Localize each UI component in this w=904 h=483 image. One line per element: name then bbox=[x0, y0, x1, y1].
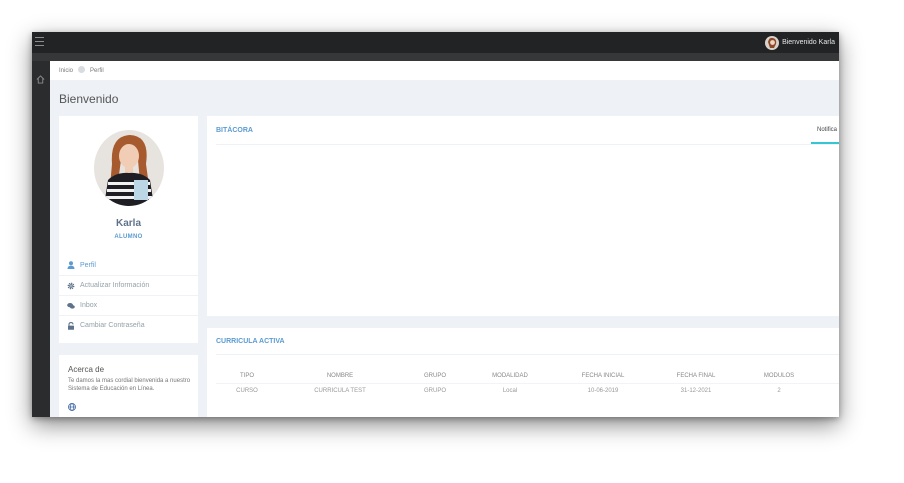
curricula-title: CURRICULA ACTIVA bbox=[216, 338, 285, 345]
lock-icon bbox=[68, 321, 74, 330]
profile-link-label: Perfil bbox=[80, 261, 96, 269]
profile-name: Karla bbox=[115, 218, 141, 229]
bitacora-panel: BITÁCORA Notifica bbox=[207, 116, 839, 316]
page-title: Bienvenido bbox=[59, 92, 119, 106]
profile-avatar bbox=[94, 130, 164, 206]
table-cell-modulos: 2 bbox=[777, 388, 781, 394]
app-window: Bienvenido Karla Inicio Perfil Bienvenid… bbox=[32, 32, 839, 417]
tab-notificaciones[interactable]: Notifica bbox=[817, 127, 837, 133]
breadcrumb-item-perfil: Perfil bbox=[90, 67, 104, 74]
table-cell-nombre: CURRICULA TEST bbox=[314, 388, 366, 394]
column-header-fecha-inicial: FECHA INICIAL bbox=[581, 373, 625, 379]
divider bbox=[216, 144, 839, 145]
profile-link-label: Actualizar Información bbox=[80, 282, 150, 289]
breadcrumb: Inicio Perfil bbox=[50, 61, 839, 80]
about-title: Acerca de bbox=[68, 365, 105, 374]
menu-toggle-icon[interactable] bbox=[35, 37, 44, 47]
column-header-modulos: MODULOS bbox=[763, 373, 795, 379]
sidebar-rail bbox=[32, 61, 50, 417]
profile-link-contrasena[interactable]: Cambiar Contraseña bbox=[59, 315, 198, 335]
breadcrumb-item-inicio[interactable]: Inicio bbox=[59, 68, 73, 74]
comments-icon bbox=[67, 302, 75, 309]
about-text: Te damos la mas cordial bienvenida a nue… bbox=[68, 378, 191, 392]
divider bbox=[216, 354, 839, 355]
top-navbar: Bienvenido Karla bbox=[32, 32, 839, 53]
bitacora-title: BITÁCORA bbox=[216, 127, 253, 134]
user-icon bbox=[67, 261, 75, 269]
user-avatar-icon bbox=[765, 35, 780, 50]
column-header-nombre: NOMBRE bbox=[326, 373, 354, 379]
column-header-fecha-final: FECHA FINAL bbox=[676, 373, 716, 379]
table-cell-fecha-final: 31-12-2021 bbox=[680, 388, 712, 394]
column-header-modalidad: MODALIDAD bbox=[492, 373, 528, 379]
welcome-user-text: Bienvenido Karla bbox=[782, 39, 835, 46]
profile-card: Karla ALUMNO Perfil Actualizar Informaci… bbox=[59, 116, 198, 343]
curricula-panel: CURRICULA ACTIVA TIPO NOMBRE GRUPO MODAL… bbox=[207, 328, 839, 417]
table-cell-modalidad: Local bbox=[502, 388, 518, 394]
profile-link-label: Cambiar Contraseña bbox=[80, 322, 145, 329]
globe-icon[interactable] bbox=[68, 403, 76, 411]
home-icon[interactable] bbox=[36, 75, 45, 84]
gear-icon bbox=[67, 282, 75, 289]
profile-link-label: Inbox bbox=[80, 302, 98, 309]
profile-role: ALUMNO bbox=[114, 234, 143, 240]
column-header-tipo: TIPO bbox=[239, 373, 254, 379]
profile-link-perfil[interactable]: Perfil bbox=[59, 255, 198, 275]
profile-link-actualizar[interactable]: Actualizar Información bbox=[59, 275, 198, 295]
user-menu[interactable]: Bienvenido Karla bbox=[765, 35, 835, 50]
table-cell-tipo: CURSO bbox=[236, 388, 258, 394]
breadcrumb-separator-icon bbox=[78, 65, 86, 73]
top-navbar-strip bbox=[32, 53, 839, 61]
profile-link-inbox[interactable]: Inbox bbox=[59, 295, 198, 315]
table-cell-fecha-inicial: 10-06-2019 bbox=[587, 388, 619, 394]
row-divider bbox=[216, 383, 839, 384]
about-card: Acerca de Te damos la mas cordial bienve… bbox=[59, 355, 198, 417]
